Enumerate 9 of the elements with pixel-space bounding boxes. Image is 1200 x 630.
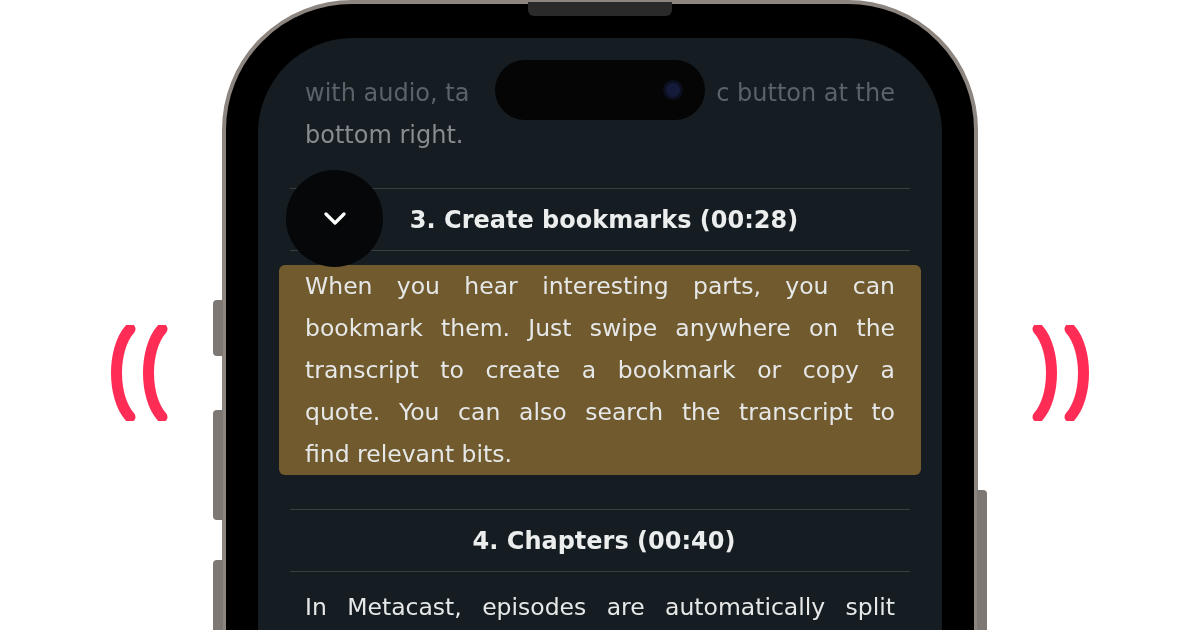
paragraph-fragment: with audio, ta bbox=[305, 78, 470, 109]
camera-lens-icon bbox=[663, 80, 683, 100]
section-heading: 3. Create bookmarks (00:28) bbox=[408, 204, 799, 236]
chevron-down-icon bbox=[323, 211, 346, 226]
section-heading: 4. Chapters (00:40) bbox=[471, 525, 736, 557]
section-text: In Metacast, episodes are automatically split bbox=[304, 592, 896, 623]
paragraph-fragment: c button at the bbox=[716, 78, 895, 109]
section-text: When you hear interesting parts, you can bookmark them. Just swipe anywhere on the transcript to create a bookmark or copy a quote. You can also search the transcript to find relevant bits. bbox=[279, 265, 921, 475]
paragraph-line: bottom right. bbox=[305, 120, 465, 151]
